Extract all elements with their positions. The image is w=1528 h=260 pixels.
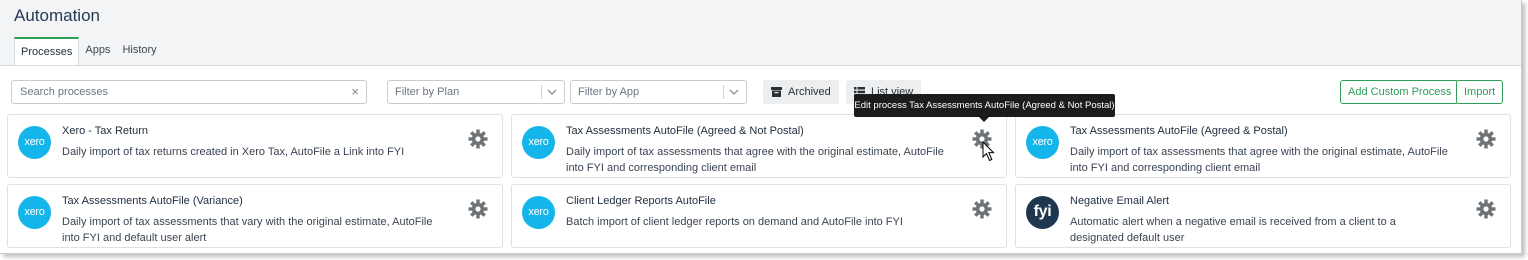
chevron-down-icon (729, 89, 739, 95)
filter-by-app-placeholder: Filter by App (578, 86, 640, 98)
process-card[interactable]: fyi Negative Email Alert Automatic alert… (1015, 184, 1511, 248)
process-description: Daily import of tax assessments that agr… (566, 146, 944, 174)
archived-label: Archived (788, 86, 831, 98)
process-description: Daily import of tax assessments that var… (62, 216, 433, 244)
process-description: Daily import of tax returns created in X… (62, 146, 405, 158)
page-title: Automation (14, 6, 100, 25)
process-title: Client Ledger Reports AutoFile (566, 195, 716, 207)
fyi-logo: fyi (1026, 196, 1059, 229)
filter-by-plan-select[interactable]: Filter by Plan (387, 80, 565, 104)
gear-icon[interactable] (1476, 199, 1496, 219)
tab-processes[interactable]: Processes (14, 37, 80, 65)
xero-logo: xero (522, 126, 555, 159)
tab-apps[interactable]: Apps (79, 37, 116, 65)
select-divider (541, 85, 542, 99)
edit-process-tooltip: Edit process Tax Assessments AutoFile (A… (854, 94, 1115, 122)
add-custom-process-button[interactable]: Add Custom Process (1340, 80, 1460, 104)
xero-logo: xero (18, 126, 51, 159)
tab-history[interactable]: History (116, 37, 162, 65)
chevron-down-icon (547, 89, 557, 95)
mouse-cursor-icon (982, 141, 995, 162)
process-card[interactable]: xero Xero - Tax Return Daily import of t… (7, 114, 503, 178)
gear-icon[interactable] (468, 129, 488, 149)
process-title: Tax Assessments AutoFile (Agreed & Posta… (1070, 125, 1288, 137)
process-title: Tax Assessments AutoFile (Variance) (62, 195, 243, 207)
archive-icon (771, 87, 782, 97)
process-card[interactable]: xero Tax Assessments AutoFile (Agreed & … (511, 114, 1007, 178)
process-card[interactable]: xero Tax Assessments AutoFile (Variance)… (7, 184, 503, 248)
xero-logo: xero (522, 196, 555, 229)
process-title: Xero - Tax Return (62, 125, 149, 137)
gear-icon[interactable] (972, 199, 992, 219)
process-description: Automatic alert when a negative email is… (1070, 216, 1396, 244)
archived-button[interactable]: Archived (763, 80, 839, 104)
process-description: Daily import of tax assessments that agr… (1070, 146, 1448, 174)
xero-logo: xero (1026, 126, 1059, 159)
process-title: Tax Assessments AutoFile (Agreed & Not P… (566, 125, 804, 137)
select-divider (723, 85, 724, 99)
gear-icon[interactable] (1476, 129, 1496, 149)
search-box: × (11, 80, 367, 104)
tab-bar: Processes Apps History (14, 37, 163, 65)
import-button[interactable]: Import (1456, 80, 1504, 104)
xero-logo: xero (18, 196, 51, 229)
filter-by-plan-placeholder: Filter by Plan (395, 86, 460, 98)
filter-by-app-select[interactable]: Filter by App (570, 80, 747, 104)
automation-window: Automation Processes Apps History × Filt… (0, 0, 1522, 254)
process-description: Batch import of client ledger reports on… (566, 216, 903, 228)
process-card[interactable]: xero Tax Assessments AutoFile (Agreed & … (1015, 114, 1511, 178)
process-title: Negative Email Alert (1070, 195, 1170, 207)
process-card[interactable]: xero Client Ledger Reports AutoFile Batc… (511, 184, 1007, 248)
search-input[interactable] (12, 81, 332, 103)
gear-icon[interactable] (468, 199, 488, 219)
clear-icon[interactable]: × (351, 84, 359, 99)
